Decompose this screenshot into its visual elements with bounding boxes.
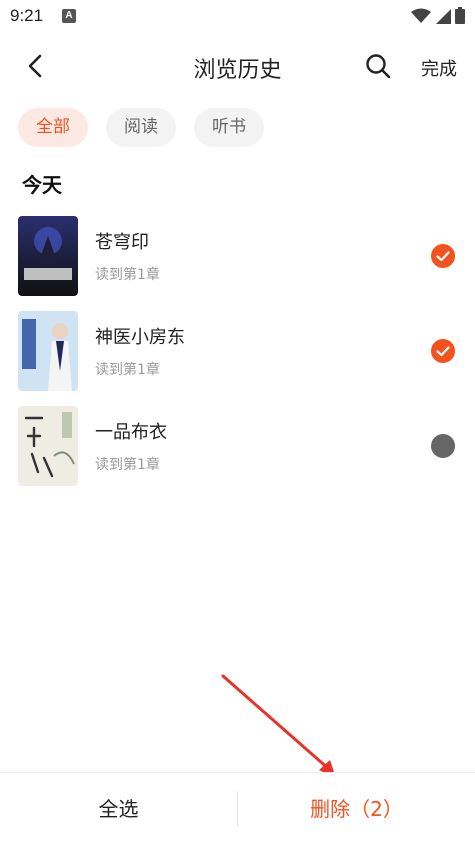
checked-icon[interactable] [431,244,455,268]
notification-icon: A [62,9,76,23]
search-icon[interactable] [364,52,392,80]
book-cover [18,216,78,296]
tab-reading[interactable]: 阅读 [106,108,176,147]
done-button[interactable]: 完成 [421,55,457,81]
nav-bar: 浏览历史 完成 [0,34,475,98]
battery-icon [455,7,465,24]
unchecked-icon[interactable] [431,434,455,458]
delete-button[interactable]: 删除（2） [238,773,475,844]
wifi-icon [411,8,431,23]
list-item[interactable]: 一品布衣 读到第1章 [0,404,475,499]
book-progress: 读到第1章 [95,267,160,283]
status-bar: 9:21 A [0,0,475,34]
section-title-today: 今天 [22,173,62,197]
status-time: 9:21 [10,6,44,25]
bottom-action-bar: 全选 删除（2） [0,772,475,844]
tab-audiobook[interactable]: 听书 [194,108,264,147]
book-title: 苍穹印 [95,232,149,253]
book-title: 一品布衣 [95,422,167,443]
book-progress: 读到第1章 [95,362,160,378]
history-list: 苍穹印 读到第1章 神医小房东 读到第1章 一品布衣 读到第1章 [0,214,475,499]
filter-tabs: 全部 阅读 听书 [18,108,264,147]
tab-all[interactable]: 全部 [18,108,88,147]
status-icons [411,7,465,24]
list-item[interactable]: 神医小房东 读到第1章 [0,309,475,404]
book-progress: 读到第1章 [95,457,160,473]
checked-icon[interactable] [431,339,455,363]
list-item[interactable]: 苍穹印 读到第1章 [0,214,475,309]
cellular-signal-icon [436,8,451,24]
book-cover [18,311,78,391]
select-all-button[interactable]: 全选 [0,773,237,844]
page-title: 浏览历史 [193,58,282,83]
book-title: 神医小房东 [95,327,185,348]
book-cover [18,406,78,486]
